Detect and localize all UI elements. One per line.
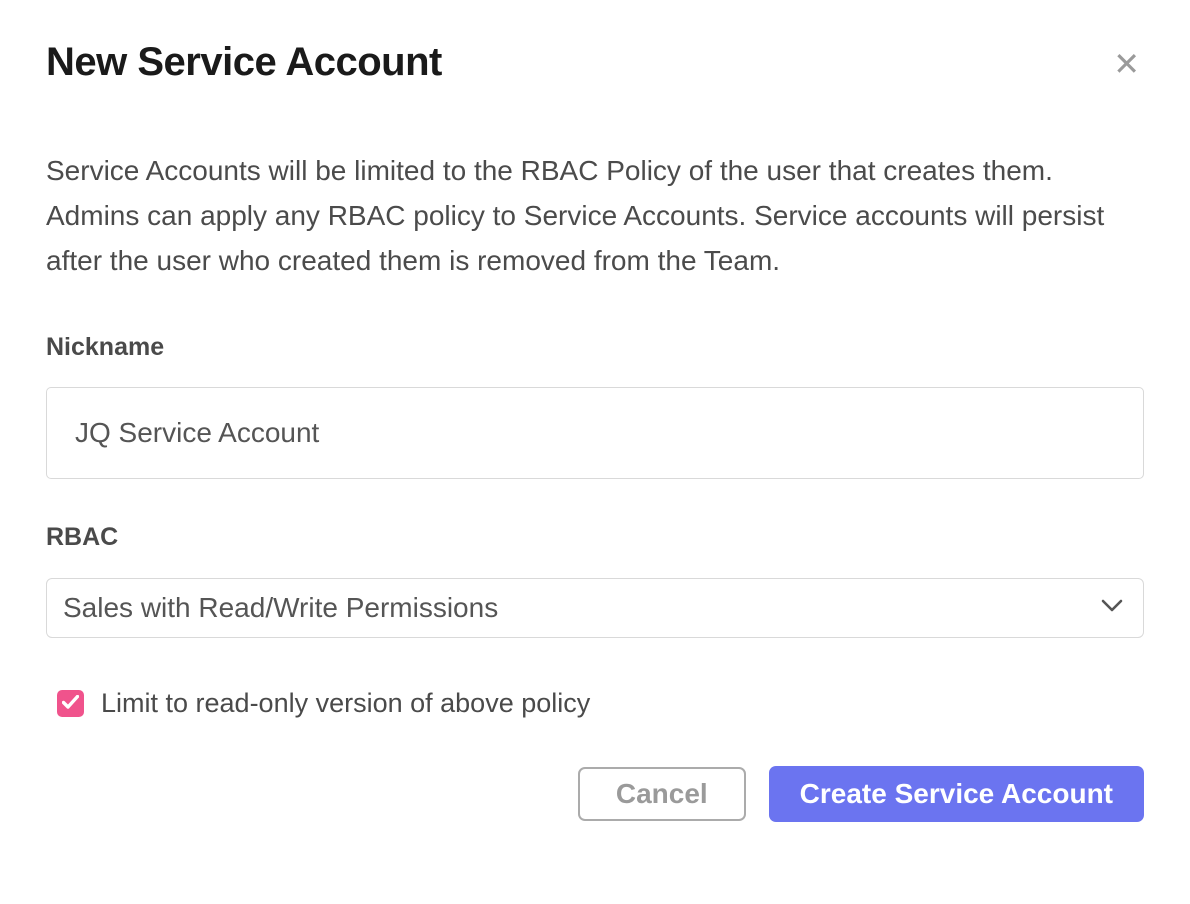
nickname-input[interactable] [46,387,1144,479]
rbac-selected-value: Sales with Read/Write Permissions [63,592,498,624]
cancel-button[interactable]: Cancel [578,767,746,821]
rbac-select[interactable]: Sales with Read/Write Permissions [46,578,1144,638]
chevron-down-icon [1101,599,1127,618]
rbac-label: RBAC [46,523,1144,552]
close-icon[interactable]: ✕ [1109,44,1144,84]
read-only-checkbox-row: Limit to read-only version of above poli… [57,688,1144,719]
new-service-account-modal: New Service Account ✕ Service Accounts w… [0,0,1190,822]
create-service-account-button[interactable]: Create Service Account [769,766,1144,822]
read-only-checkbox-label[interactable]: Limit to read-only version of above poli… [101,688,590,719]
modal-footer: Cancel Create Service Account [46,766,1144,822]
nickname-label: Nickname [46,333,1144,362]
modal-description: Service Accounts will be limited to the … [46,148,1144,283]
modal-header: New Service Account ✕ [46,0,1144,84]
check-icon [62,695,79,712]
read-only-checkbox[interactable] [57,690,84,717]
modal-title: New Service Account [46,40,442,84]
